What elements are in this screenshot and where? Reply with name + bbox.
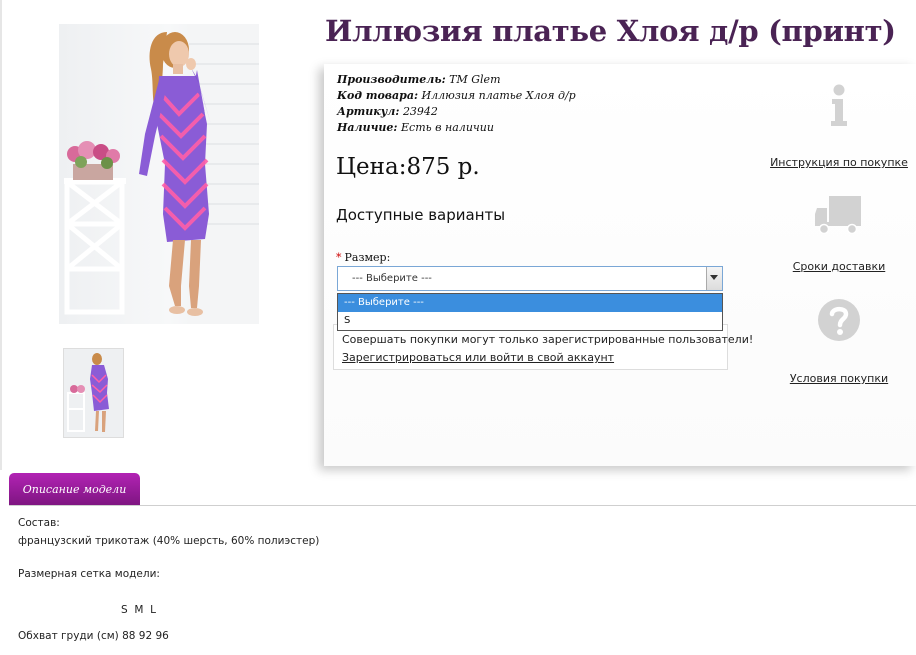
truck-icon	[815, 196, 861, 234]
info-icon	[831, 84, 847, 126]
size-select-value: --- Выберите ---	[352, 273, 432, 284]
login-notice-message: Совершать покупки могут только зарегистр…	[342, 333, 754, 346]
product-info-panel: Производитель: ТМ Glem Код товара: Иллюз…	[324, 64, 916, 466]
size-label: * Размер:	[336, 251, 391, 264]
question-icon	[818, 299, 860, 341]
tab-divider	[9, 505, 916, 506]
register-login-link[interactable]: Зарегистрироваться или войти в свой акка…	[342, 351, 614, 364]
product-meta: Производитель: ТМ Glem Код товара: Иллюз…	[337, 72, 576, 136]
thumbnail-illustration	[64, 349, 123, 437]
composition-label: Состав:	[18, 517, 60, 529]
size-grid-label: Размерная сетка модели:	[18, 568, 160, 580]
product-photo-illustration	[64, 24, 259, 324]
chest-row: Обхват груди (см) 88 92 96	[18, 630, 169, 642]
dropdown-arrow-icon[interactable]	[706, 267, 722, 290]
product-thumbnail[interactable]	[63, 348, 124, 438]
size-dropdown-list: --- Выберите --- S	[337, 293, 723, 331]
tab-description[interactable]: Описание модели	[9, 473, 140, 506]
side-item-terms: Условия покупки	[769, 298, 909, 385]
side-item-instructions: Инструкция по покупке	[769, 84, 909, 169]
terms-link[interactable]: Условия покупки	[769, 372, 909, 385]
size-grid-header: S M L	[121, 604, 156, 616]
size-select[interactable]: --- Выберите ---	[337, 266, 723, 291]
variants-heading: Доступные варианты	[336, 206, 506, 224]
composition-value: французский трикотаж (40% шерсть, 60% по…	[18, 535, 320, 547]
meta-article: Артикул: 23942	[337, 105, 438, 118]
meta-manufacturer: Производитель: ТМ Glem	[337, 73, 501, 86]
delivery-link[interactable]: Сроки доставки	[769, 260, 909, 273]
required-mark: *	[336, 251, 342, 264]
product-title: Иллюзия платье Хлоя д/р (принт)	[325, 14, 896, 48]
product-price: Цена:875 р.	[336, 154, 480, 180]
meta-product-code: Код товара: Иллюзия платье Хлоя д/р	[337, 89, 576, 102]
size-option-s[interactable]: S	[338, 312, 722, 330]
instructions-link[interactable]: Инструкция по покупке	[769, 156, 909, 169]
size-option-placeholder[interactable]: --- Выберите ---	[338, 294, 722, 312]
product-main-image[interactable]	[59, 24, 259, 324]
left-border	[0, 0, 2, 470]
side-item-delivery: Сроки доставки	[769, 194, 909, 273]
meta-availability: Наличие: Есть в наличии	[337, 121, 494, 134]
